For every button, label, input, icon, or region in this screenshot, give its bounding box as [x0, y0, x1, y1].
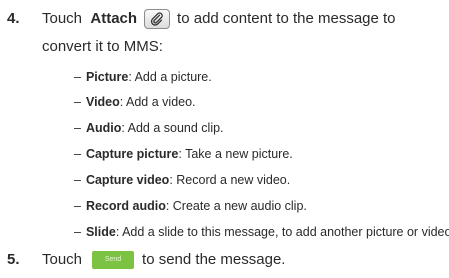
list-item-audio: – Audio: Add a sound clip.: [74, 119, 224, 137]
send-button-icon: Send: [92, 251, 135, 269]
option-description: : Add a sound clip.: [121, 121, 224, 135]
send-description: to send the message.: [142, 251, 286, 268]
dash: –: [74, 199, 81, 213]
step-number: 5.: [7, 251, 20, 268]
touch-text: Touch: [42, 251, 83, 268]
option-description: : Add a picture.: [128, 70, 212, 84]
attach-label: Attach: [90, 10, 138, 27]
list-item-capture-video: – Capture video: Record a new video.: [74, 171, 290, 189]
option-description: : Add a video.: [119, 95, 196, 109]
option-term: Slide: [85, 225, 116, 239]
dash: –: [74, 225, 81, 239]
list-item-slide: – Slide: Add a slide to this message, to …: [74, 223, 449, 241]
option-description: : Record a new video.: [169, 173, 291, 187]
option-term: Video: [85, 95, 120, 109]
option-description: : Add a slide to this message, to add an…: [115, 225, 449, 239]
touch-text: Touch: [42, 10, 83, 27]
list-item-capture-picture: – Capture picture: Take a new picture.: [74, 145, 293, 163]
list-item-video: – Video: Add a video.: [74, 93, 196, 111]
option-term: Audio: [85, 121, 122, 135]
attach-description: to add content to the message to: [177, 10, 396, 27]
step-5-line: Touch Send to send the message.: [42, 250, 285, 270]
paperclip-icon: [150, 12, 163, 26]
list-item-picture: – Picture: Add a picture.: [74, 68, 212, 86]
step-number: 4.: [7, 10, 20, 27]
option-term: Picture: [85, 70, 129, 84]
option-term: Record audio: [85, 199, 166, 213]
step-4-line-1: Touch Attach to add content to the messa…: [42, 9, 396, 29]
option-description: : Take a new picture.: [178, 147, 293, 161]
attach-button-icon: [144, 9, 171, 29]
option-term: Capture video: [85, 173, 170, 187]
dash: –: [74, 173, 81, 187]
dash: –: [74, 70, 81, 84]
option-description: : Create a new audio clip.: [165, 199, 307, 213]
list-item-record-audio: – Record audio: Create a new audio clip.: [74, 197, 307, 215]
step-4-line-2: convert it to MMS:: [42, 38, 163, 55]
option-term: Capture picture: [85, 147, 179, 161]
dash: –: [74, 95, 81, 109]
dash: –: [74, 147, 81, 161]
dash: –: [74, 121, 81, 135]
